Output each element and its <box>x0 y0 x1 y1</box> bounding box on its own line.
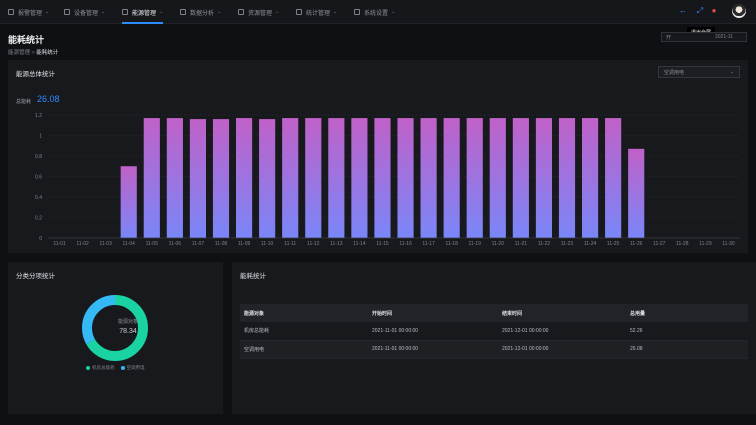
donut-center: 能源对象 78.34 <box>108 318 148 335</box>
table-cell: 2021-11-01 00:00:00 <box>368 322 498 341</box>
table-cell: 2021-12-01 00:00:00 <box>498 322 626 341</box>
legend-label: 机房总能耗 <box>92 365 115 370</box>
table-cell: 2021-11-01 00:00:00 <box>368 340 498 359</box>
stats-table: 能源对象 开始时间 结束时间 总用量 机房总能耗 2021-11-01 00:0… <box>240 304 748 359</box>
column-header: 开始时间 <box>368 304 498 322</box>
stats-title: 能耗统计 <box>240 273 266 280</box>
table-row[interactable]: 空调用电 2021-11-01 00:00:00 2021-12-01 00:0… <box>240 340 748 359</box>
table-cell: 2021-12-01 00:00:00 <box>498 340 626 359</box>
legend-label: 空调用电 <box>126 365 145 370</box>
legend-dot <box>86 365 90 370</box>
legend-item[interactable]: 机房总能耗 <box>86 365 115 371</box>
table-row[interactable]: 机房总能耗 2021-11-01 00:00:00 2021-12-01 00:… <box>240 322 748 341</box>
table-cell: 机房总能耗 <box>240 322 368 341</box>
table-header-row: 能源对象 开始时间 结束时间 总用量 <box>240 304 748 322</box>
column-header: 总用量 <box>626 304 748 322</box>
donut-center-label: 能源对象 <box>117 319 138 325</box>
donut-center-value: 78.34 <box>119 328 137 335</box>
table-cell: 26.08 <box>626 340 748 359</box>
legend-dot <box>120 365 125 370</box>
table-cell: 52.26 <box>626 322 748 341</box>
donut-legend: 机房总能耗 空调用电 <box>86 365 145 371</box>
column-header: 结束时间 <box>498 304 626 322</box>
legend-item[interactable]: 空调用电 <box>120 365 145 371</box>
table-cell: 空调用电 <box>240 340 368 359</box>
column-header: 能源对象 <box>240 304 368 322</box>
